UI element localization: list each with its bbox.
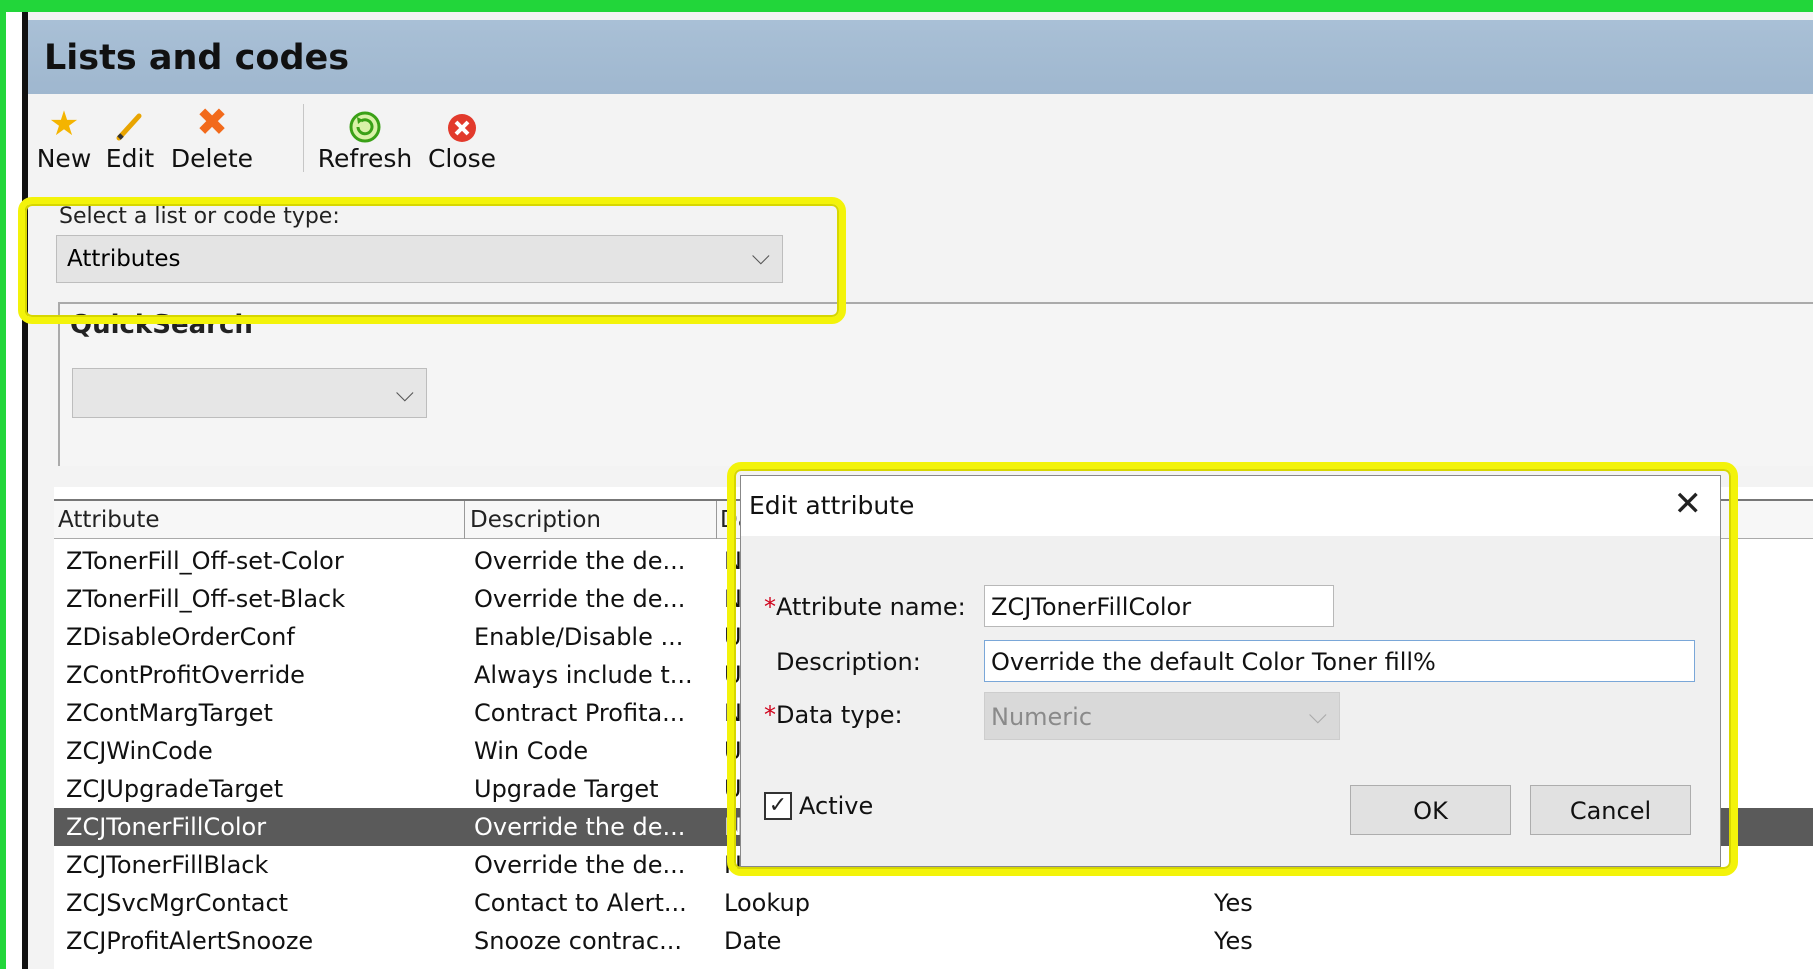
table-row[interactable]: ZCJSvcMgrContact Contact to Alert... Loo… bbox=[54, 884, 1813, 922]
cell-active: Yes bbox=[1214, 889, 1253, 917]
quicksearch-select[interactable]: ⌵ bbox=[72, 368, 427, 418]
cell-attribute: ZCJProfitAlertSnooze bbox=[66, 927, 314, 955]
cell-description: Contact to Alert... bbox=[474, 889, 687, 917]
chevron-down-icon: ⌵ bbox=[395, 379, 414, 407]
cell-description: Always include t... bbox=[474, 661, 693, 689]
cell-datatype: Lookup bbox=[724, 889, 810, 917]
cell-description: Override the de... bbox=[474, 813, 686, 841]
delete-button[interactable]: ✖ Delete bbox=[168, 98, 256, 173]
highlight-box-list-type bbox=[18, 197, 846, 324]
cell-active: Yes bbox=[1214, 927, 1253, 955]
close-label: Close bbox=[427, 144, 497, 173]
cell-description: Win Code bbox=[474, 737, 589, 765]
highlight-box-dialog bbox=[727, 462, 1738, 876]
cell-description: Override the de... bbox=[474, 851, 686, 879]
refresh-icon bbox=[316, 98, 414, 144]
cell-attribute: ZTonerFill_Off-set-Black bbox=[66, 585, 346, 613]
refresh-label: Refresh bbox=[317, 144, 413, 173]
new-button[interactable]: ★ New bbox=[36, 98, 92, 173]
cell-attribute: ZCJTonerFillColor bbox=[66, 813, 267, 841]
column-separator bbox=[464, 501, 465, 539]
cell-description: Contract Profita... bbox=[474, 699, 686, 727]
close-circle-icon bbox=[426, 98, 498, 144]
star-icon: ★ bbox=[48, 104, 80, 144]
cell-description: Upgrade Target bbox=[474, 775, 659, 803]
window-titlebar: Lists and codes bbox=[28, 20, 1813, 94]
delete-label: Delete bbox=[170, 144, 254, 173]
pencil-icon bbox=[102, 98, 158, 144]
cell-attribute: ZDisableOrderConf bbox=[66, 623, 295, 651]
cell-attribute: ZContProfitOverride bbox=[66, 661, 305, 689]
column-header-description[interactable]: Description bbox=[470, 507, 601, 533]
window-title: Lists and codes bbox=[44, 38, 350, 78]
quicksearch-panel: QuickSearch ⌵ bbox=[58, 302, 1813, 466]
cell-attribute: ZTonerFill_Off-set-Color bbox=[66, 547, 344, 575]
cell-attribute: ZCJTonerFillBlack bbox=[66, 851, 269, 879]
toolbar: ★ New Edit ✖ Delete Refresh Close bbox=[28, 98, 1813, 184]
cell-description: Snooze contrac... bbox=[474, 927, 682, 955]
column-header-attribute[interactable]: Attribute bbox=[58, 507, 160, 533]
new-label: New bbox=[36, 144, 92, 173]
cell-attribute: ZCJWinCode bbox=[66, 737, 213, 765]
cell-datatype: Date bbox=[724, 927, 782, 955]
close-button[interactable]: Close bbox=[426, 98, 498, 173]
cell-attribute: ZCJSvcMgrContact bbox=[66, 889, 289, 917]
column-separator bbox=[716, 501, 717, 539]
refresh-button[interactable]: Refresh bbox=[316, 98, 414, 173]
table-row[interactable]: ZCJProfitAlertSnooze Snooze contrac... D… bbox=[54, 922, 1813, 960]
cell-attribute: ZCJUpgradeTarget bbox=[66, 775, 284, 803]
edit-button[interactable]: Edit bbox=[102, 98, 158, 173]
cell-attribute: ZContMargTarget bbox=[66, 699, 273, 727]
cell-description: Override the de... bbox=[474, 585, 686, 613]
cell-description: Enable/Disable ... bbox=[474, 623, 684, 651]
delete-x-icon: ✖ bbox=[196, 100, 228, 144]
cell-description: Override the de... bbox=[474, 547, 686, 575]
toolbar-separator bbox=[303, 104, 304, 172]
edit-label: Edit bbox=[105, 144, 155, 173]
